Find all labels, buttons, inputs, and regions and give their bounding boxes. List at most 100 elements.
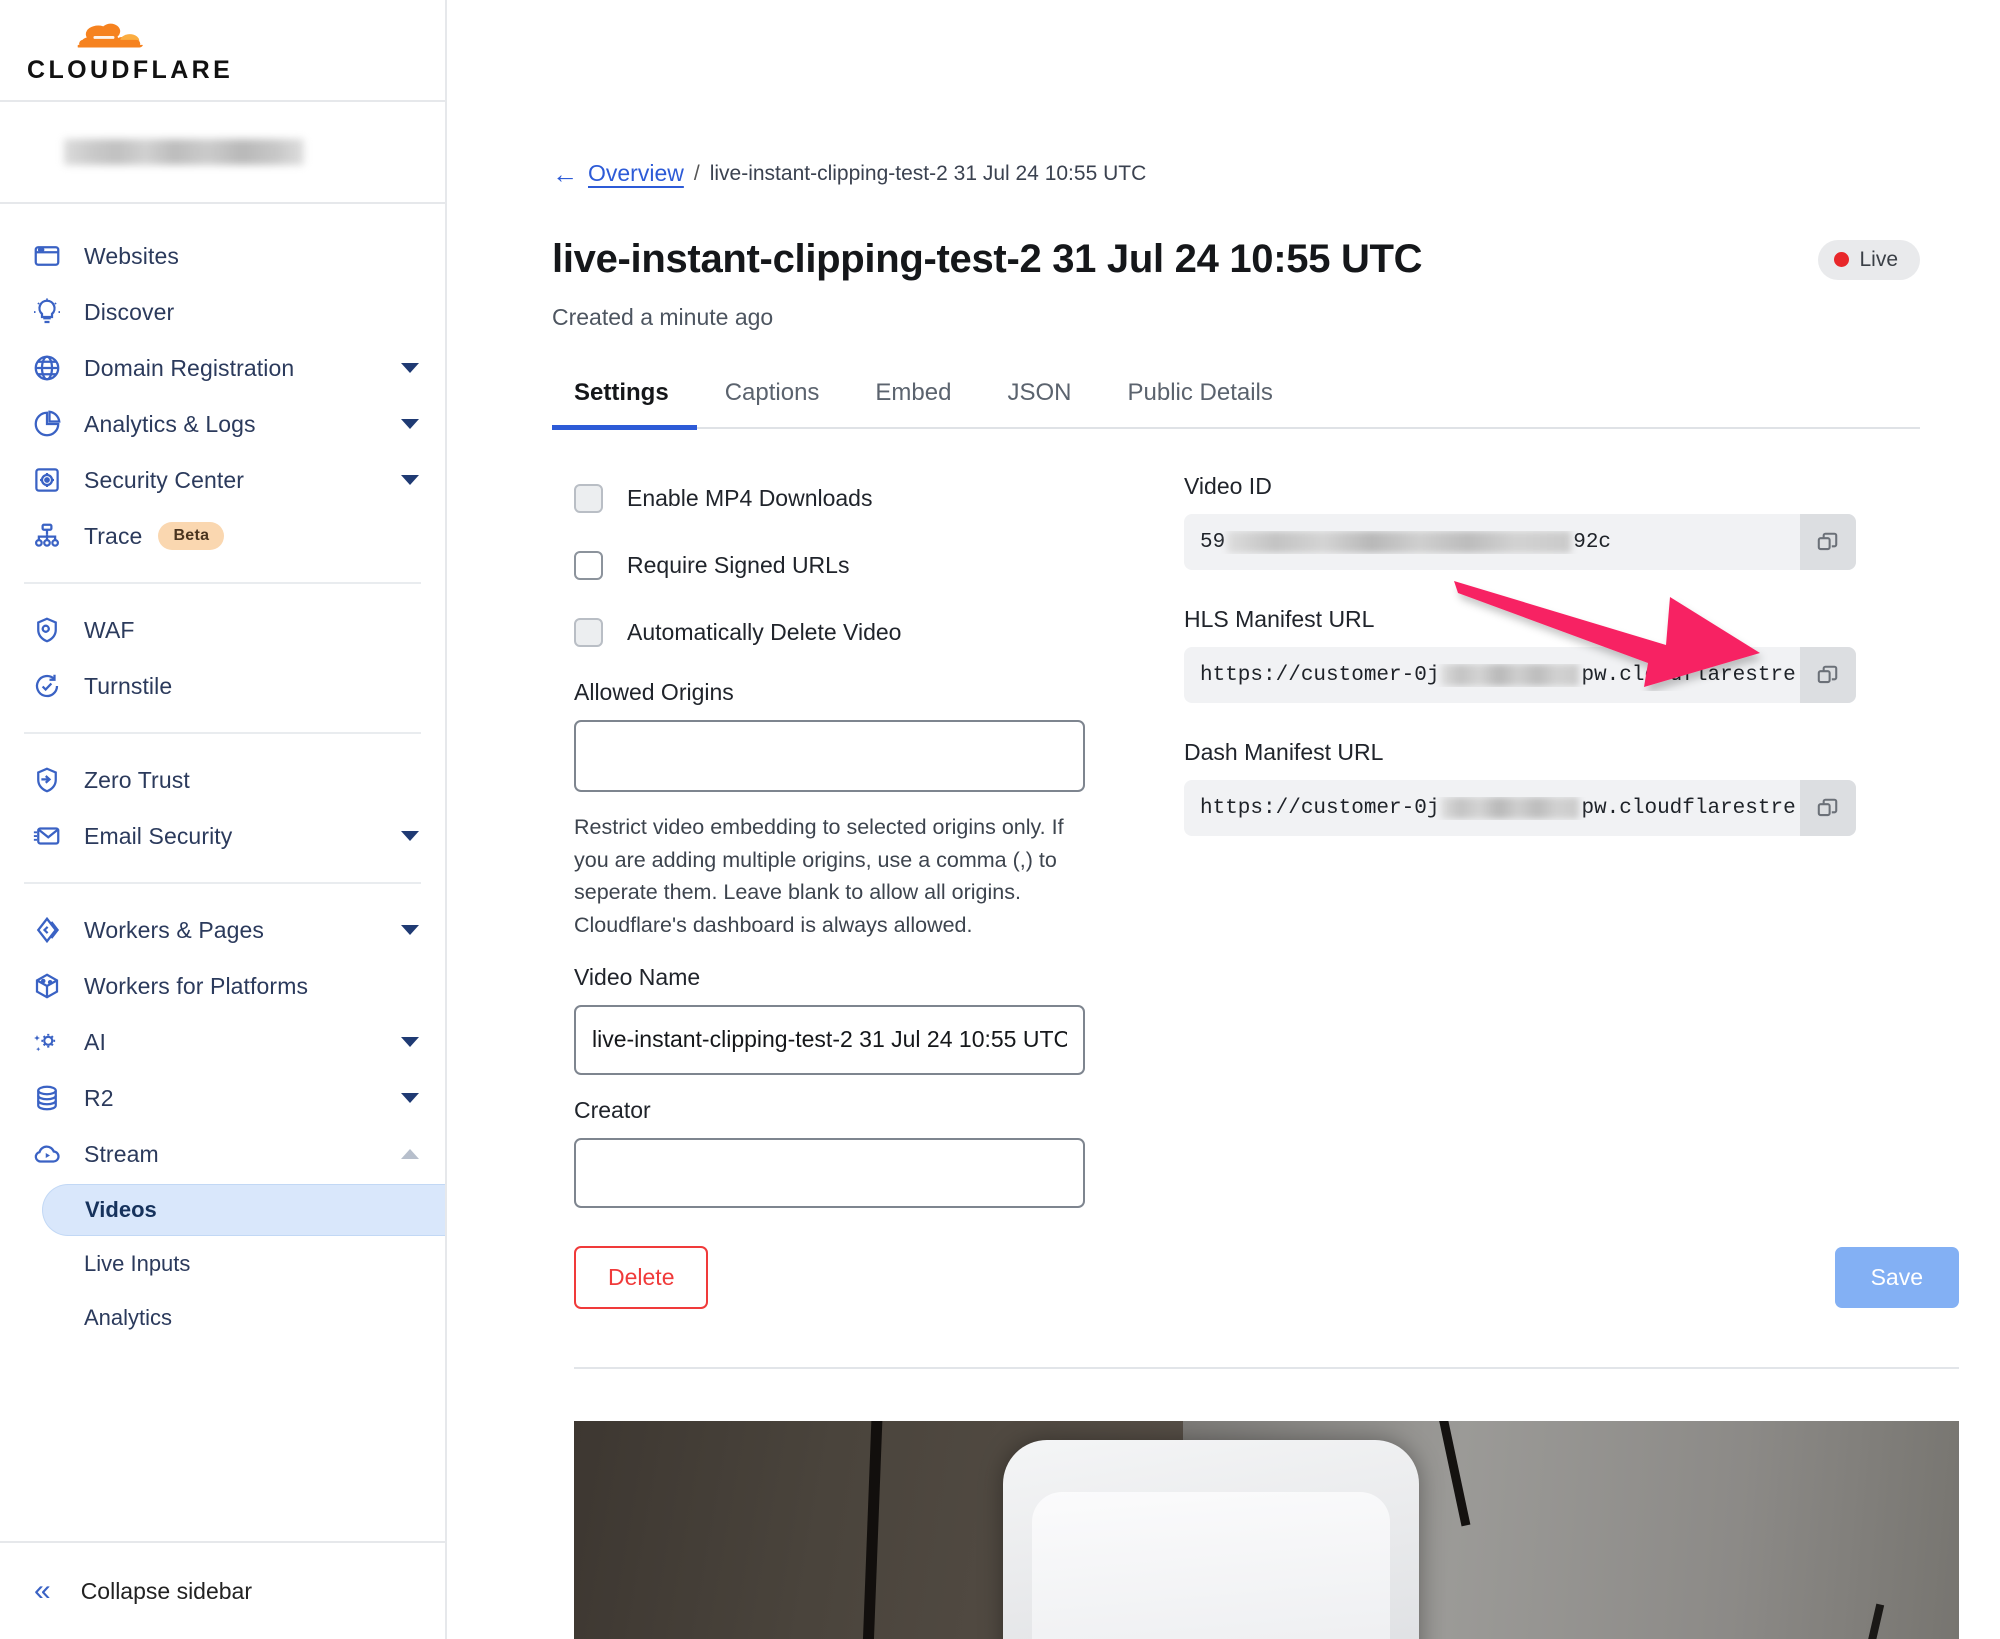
live-dot-icon	[1834, 252, 1850, 267]
nav-group-developer: Workers & Pages Workers for Platforms AI…	[0, 892, 445, 1356]
sidebar-item-label: Turnstile	[84, 672, 173, 699]
video-id-prefix: 59	[1200, 530, 1226, 554]
sidebar-item-videos[interactable]: Videos	[42, 1184, 445, 1236]
copy-icon	[1817, 665, 1838, 684]
sidebar-item-turnstile[interactable]: Turnstile	[0, 658, 445, 714]
video-id-field: 59 92c	[1184, 514, 1856, 570]
sidebar-item-live-inputs[interactable]: Live Inputs	[42, 1238, 445, 1290]
sidebar-item-label: Websites	[84, 242, 179, 269]
video-preview[interactable]: TANITA	[574, 1420, 1959, 1639]
chevron-down-icon[interactable]	[401, 925, 419, 935]
tab-json[interactable]: JSON	[979, 379, 1099, 427]
sidebar-divider	[24, 732, 421, 734]
chevron-down-icon[interactable]	[401, 363, 419, 373]
chevron-down-icon[interactable]	[401, 1037, 419, 1047]
sidebar-item-analytics[interactable]: Analytics	[42, 1292, 445, 1344]
chevron-down-icon[interactable]	[401, 1093, 419, 1103]
sidebar-item-domain-registration[interactable]: Domain Registration	[0, 340, 445, 396]
breadcrumb: ← Overview / live-instant-clipping-test-…	[552, 0, 1920, 187]
arrow-left-icon: ←	[552, 158, 578, 189]
video-details-panel: Video ID 59 92c HLS Manifest URL https:/…	[1132, 473, 1920, 1309]
account-selector[interactable]	[0, 100, 445, 204]
shield-grid-icon	[30, 463, 64, 497]
video-device-face: TANITA	[1032, 1492, 1390, 1639]
allowed-origins-input[interactable]	[574, 720, 1085, 792]
tab-bar: Settings Captions Embed JSON Public Deta…	[552, 379, 1920, 430]
sidebar-item-workers-for-platforms[interactable]: Workers for Platforms	[0, 958, 445, 1014]
video-id-label: Video ID	[1184, 473, 1272, 499]
copy-video-id-button[interactable]	[1800, 514, 1856, 570]
chevron-down-icon[interactable]	[401, 475, 419, 485]
sparkle-icon	[30, 1025, 64, 1059]
video-id-value: 59 92c	[1184, 531, 1800, 554]
sidebar-divider	[24, 882, 421, 884]
delete-button[interactable]: Delete	[574, 1245, 709, 1309]
tab-embed[interactable]: Embed	[847, 379, 979, 427]
dash-manifest-label: Dash Manifest URL	[1184, 739, 1384, 765]
copy-hls-manifest-button[interactable]	[1800, 647, 1856, 703]
breadcrumb-separator: /	[693, 161, 700, 185]
sidebar-item-label: Zero Trust	[84, 766, 190, 793]
database-icon	[30, 1081, 64, 1115]
sidebar-item-email-security[interactable]: Email Security	[0, 808, 445, 864]
creator-label: Creator	[574, 1096, 651, 1123]
tab-public-details[interactable]: Public Details	[1099, 379, 1300, 427]
section-divider	[574, 1366, 1959, 1369]
cloudflare-logo[interactable]: CLOUDFLARE	[0, 0, 445, 100]
tab-settings[interactable]: Settings	[552, 379, 697, 430]
pie-chart-icon	[30, 407, 64, 441]
status-badge-label: Live	[1859, 247, 1898, 271]
sidebar-item-label: Discover	[84, 298, 175, 325]
checkbox-row-require-signed-urls[interactable]: Require Signed URLs	[574, 540, 1132, 590]
globe-icon	[30, 351, 64, 385]
sidebar-item-analytics-logs[interactable]: Analytics & Logs	[0, 396, 445, 452]
chevron-down-icon[interactable]	[401, 419, 419, 429]
checkbox-require-signed-urls[interactable]	[574, 550, 603, 580]
status-badge-beta: Beta	[158, 522, 225, 550]
sidebar-nav: Websites Discover Domain Registration An…	[0, 204, 445, 1541]
chevron-down-icon[interactable]	[401, 831, 419, 841]
sidebar-item-websites[interactable]: Websites	[0, 228, 445, 284]
video-id-group: Video ID 59 92c	[1184, 473, 1920, 570]
creator-input[interactable]	[574, 1137, 1085, 1208]
collapse-sidebar-label: Collapse sidebar	[80, 1577, 253, 1604]
checkbox-automatically-delete-video[interactable]	[574, 617, 603, 647]
sidebar-subitem-label: Analytics	[84, 1305, 173, 1330]
video-name-input[interactable]	[574, 1004, 1085, 1075]
sidebar: CLOUDFLARE Websites Discover Domain Regi…	[0, 0, 447, 1639]
chevron-up-icon[interactable]	[401, 1149, 419, 1159]
sidebar-item-discover[interactable]: Discover	[0, 284, 445, 340]
sidebar-item-stream[interactable]: Stream	[0, 1126, 445, 1182]
cube-icon	[30, 969, 64, 1003]
checkbox-row-enable-mp4[interactable]: Enable MP4 Downloads	[574, 473, 1132, 523]
sidebar-subitem-label: Live Inputs	[84, 1251, 191, 1276]
cloudflare-dashboard: CLOUDFLARE Websites Discover Domain Regi…	[0, 0, 2000, 1639]
dash-prefix: https://customer-0j	[1200, 796, 1440, 820]
checkbox-label: Require Signed URLs	[627, 551, 850, 578]
copy-dash-manifest-button[interactable]	[1800, 780, 1856, 836]
shield-gear-icon	[30, 613, 64, 647]
tab-captions[interactable]: Captions	[697, 379, 848, 427]
checkbox-enable-mp4-downloads[interactable]	[574, 483, 603, 513]
cloudflare-wordmark: CLOUDFLARE	[27, 55, 234, 84]
sidebar-item-label: Security Center	[84, 466, 245, 493]
checkbox-row-auto-delete[interactable]: Automatically Delete Video	[574, 607, 1132, 657]
video-id-suffix: 92c	[1573, 530, 1612, 554]
breadcrumb-overview-link[interactable]: Overview	[588, 160, 684, 187]
page-title: live-instant-clipping-test-2 31 Jul 24 1…	[552, 237, 1423, 281]
double-chevron-left-icon: «	[34, 1574, 51, 1607]
sidebar-item-label: Workers for Platforms	[84, 972, 309, 999]
cloud-play-icon	[30, 1137, 64, 1171]
sidebar-item-ai[interactable]: AI	[0, 1014, 445, 1070]
sidebar-divider	[24, 582, 421, 584]
sidebar-item-security-center[interactable]: Security Center	[0, 452, 445, 508]
sidebar-item-r2[interactable]: R2	[0, 1070, 445, 1126]
sidebar-item-trace[interactable]: Trace Beta	[0, 508, 445, 564]
sidebar-item-waf[interactable]: WAF	[0, 602, 445, 658]
sidebar-item-label: Trace	[84, 522, 143, 549]
sidebar-subitem-label: Videos	[85, 1197, 157, 1222]
video-frame: TANITA	[574, 1420, 1959, 1639]
sidebar-item-workers-pages[interactable]: Workers & Pages	[0, 902, 445, 958]
sidebar-item-zero-trust[interactable]: Zero Trust	[0, 752, 445, 808]
collapse-sidebar-button[interactable]: « Collapse sidebar	[0, 1541, 445, 1639]
